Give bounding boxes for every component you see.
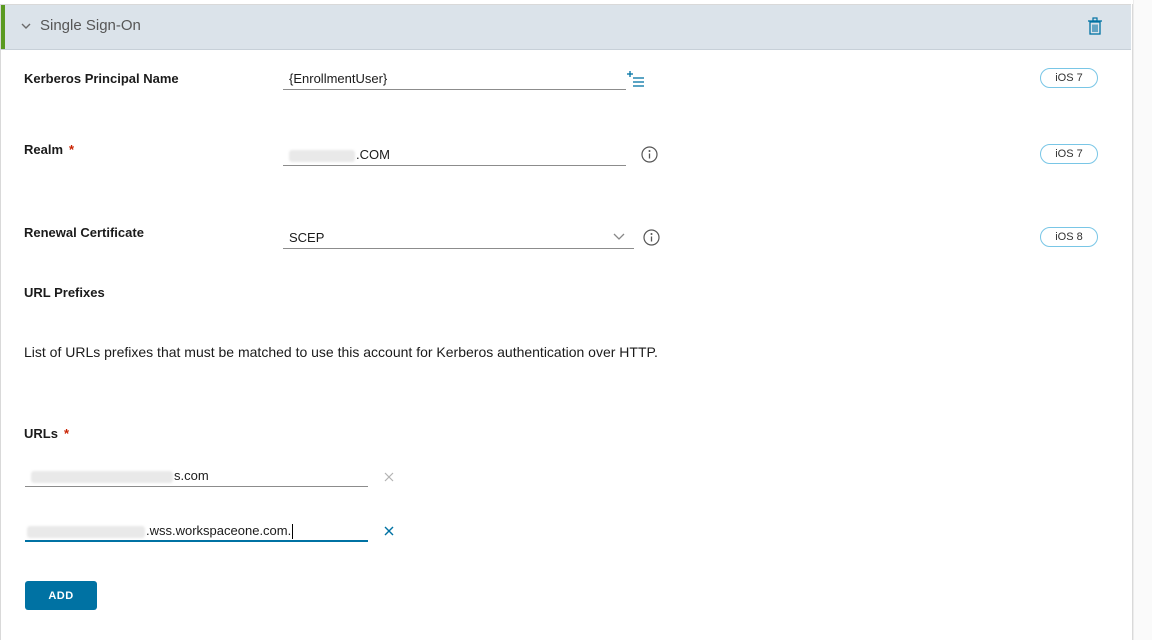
url-prefixes-heading: URL Prefixes: [24, 285, 105, 300]
ios-version-badge: iOS 8: [1040, 227, 1098, 247]
url-input[interactable]: s.com: [25, 465, 368, 487]
chevron-down-icon[interactable]: [20, 20, 32, 32]
redacted-text: [27, 525, 145, 538]
info-icon[interactable]: [643, 229, 660, 246]
ios-version-badge: iOS 7: [1040, 144, 1098, 164]
section-title: Single Sign-On: [40, 17, 141, 34]
kerberos-principal-input[interactable]: {EnrollmentUser}: [283, 68, 626, 90]
url-value: s.com: [174, 468, 209, 483]
add-url-button[interactable]: ADD: [25, 581, 97, 610]
insert-lookup-value-icon[interactable]: [627, 70, 645, 88]
realm-input[interactable]: .COM: [283, 144, 626, 166]
scrollbar[interactable]: [1133, 0, 1152, 640]
redacted-text: [31, 470, 173, 483]
settings-panel: [0, 4, 1133, 640]
required-asterisk: *: [63, 426, 70, 441]
urls-label-text: URLs: [24, 426, 58, 441]
renewal-certificate-label: Renewal Certificate: [24, 225, 144, 240]
url-prefixes-description: List of URLs prefixes that must be match…: [24, 344, 658, 360]
section-header[interactable]: Single Sign-On: [1, 5, 1131, 50]
text-cursor: [292, 524, 294, 540]
urls-label: URLs *: [24, 426, 69, 441]
url-value: .wss.workspaceone.com.: [146, 523, 292, 538]
kerberos-principal-label: Kerberos Principal Name: [24, 71, 179, 86]
header-accent-bar: [1, 5, 5, 49]
ios-version-badge: iOS 7: [1040, 68, 1098, 88]
url-input[interactable]: .wss.workspaceone.com.: [25, 520, 368, 542]
redacted-text: [289, 149, 355, 162]
trash-icon[interactable]: [1087, 17, 1103, 35]
required-asterisk: *: [69, 142, 75, 157]
renewal-certificate-select[interactable]: SCEP: [283, 227, 634, 249]
remove-url-icon[interactable]: [383, 525, 395, 537]
chevron-down-icon[interactable]: [612, 229, 626, 243]
realm-label-text: Realm: [24, 142, 64, 157]
realm-label: Realm *: [24, 142, 74, 157]
realm-value: .COM: [356, 147, 390, 162]
renewal-certificate-value: SCEP: [289, 230, 325, 245]
remove-url-icon[interactable]: [383, 471, 395, 483]
info-icon[interactable]: [641, 146, 658, 163]
kerberos-principal-value: {EnrollmentUser}: [289, 71, 388, 86]
